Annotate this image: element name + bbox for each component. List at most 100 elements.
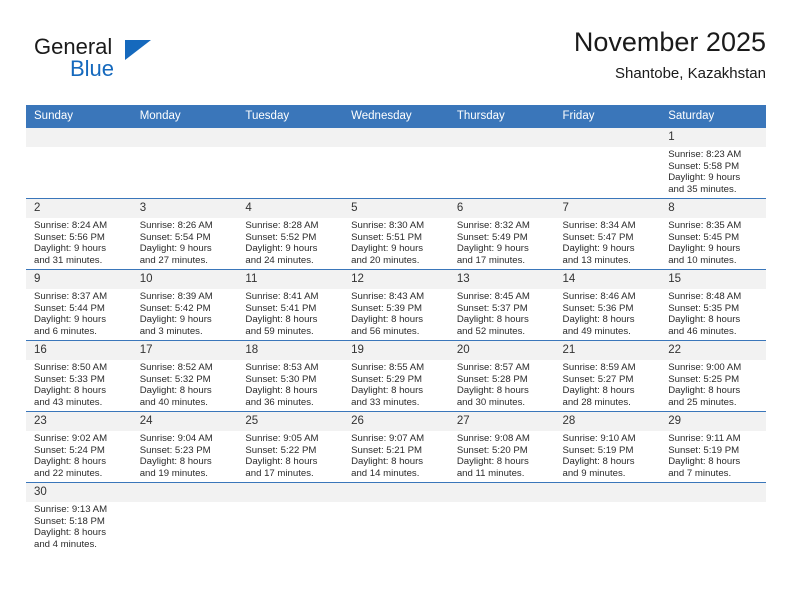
day-detail-line: and 10 minutes. <box>668 254 737 266</box>
calendar-day-cell[interactable]: 9 Sunrise: 8:37 AM Sunset: 5:44 PM Daylight… <box>26 269 132 341</box>
calendar-day-cell[interactable]: 16 Sunrise: 8:50 AM Sunset: 5:33 PM Dayligh… <box>26 340 132 412</box>
day-detail-line: Sunset: 5:41 PM <box>245 302 317 314</box>
day-number <box>131 483 238 502</box>
calendar-day-cell[interactable]: 11 Sunrise: 8:41 AM Sunset: 5:41 PM Dayligh… <box>237 269 344 341</box>
day-detail-line: Sunset: 5:39 PM <box>351 302 423 314</box>
calendar-day-cell[interactable]: 17 Sunrise: 8:52 AM Sunset: 5:32 PM Dayligh… <box>131 340 238 412</box>
day-detail-line: Sunset: 5:27 PM <box>562 373 634 385</box>
calendar-week-row: 1 Sunrise: 8:23 AM Sunset: 5:58 PM Daylight… <box>26 127 766 199</box>
day-detail-lines: Sunrise: 9:10 AM Sunset: 5:19 PM Daylight:… <box>555 431 661 479</box>
calendar-week-row: 16 Sunrise: 8:50 AM Sunset: 5:33 PM Dayligh… <box>26 340 766 412</box>
calendar-day-cell-empty <box>237 482 344 553</box>
calendar-day-cell[interactable]: 13 Sunrise: 8:45 AM Sunset: 5:37 PM Dayligh… <box>448 269 555 341</box>
day-detail-lines: Sunrise: 8:46 AM Sunset: 5:36 PM Daylight:… <box>555 289 661 337</box>
day-detail-lines: Sunrise: 9:07 AM Sunset: 5:21 PM Daylight:… <box>343 431 449 479</box>
day-detail-line: Sunrise: 8:39 AM <box>139 291 213 302</box>
day-detail-line: and 36 minutes. <box>245 396 314 408</box>
day-cell-inner <box>660 483 766 553</box>
day-detail-line: and 31 minutes. <box>34 254 103 266</box>
day-detail-lines: Sunrise: 8:24 AM Sunset: 5:56 PM Daylight:… <box>26 218 132 266</box>
day-detail-line: Sunset: 5:29 PM <box>351 373 423 385</box>
day-detail-lines: Sunrise: 8:43 AM Sunset: 5:39 PM Daylight:… <box>343 289 449 337</box>
day-number <box>554 128 661 147</box>
day-detail-line: Daylight: 8 hours <box>34 527 106 539</box>
calendar-day-cell[interactable]: 8 Sunrise: 8:35 AM Sunset: 5:45 PM Daylight… <box>660 198 766 270</box>
day-detail-line: and 20 minutes. <box>351 254 420 266</box>
day-detail-line: Sunrise: 9:04 AM <box>139 433 213 444</box>
day-number: 5 <box>343 199 449 218</box>
day-number: 7 <box>554 199 661 218</box>
day-number: 30 <box>26 483 132 502</box>
calendar-day-cell[interactable]: 25 Sunrise: 9:05 AM Sunset: 5:22 PM Dayligh… <box>237 411 344 483</box>
page-title: November 2025 <box>573 27 766 57</box>
day-detail-line: Daylight: 8 hours <box>562 456 635 468</box>
day-number: 8 <box>660 199 766 218</box>
calendar-day-cell[interactable]: 28 Sunrise: 9:10 AM Sunset: 5:19 PM Dayligh… <box>554 411 661 483</box>
calendar-week-row: 2 Sunrise: 8:24 AM Sunset: 5:56 PM Daylight… <box>26 198 766 270</box>
calendar-day-cell[interactable]: 23 Sunrise: 9:02 AM Sunset: 5:24 PM Dayligh… <box>26 411 132 483</box>
day-cell-inner: 14 Sunrise: 8:46 AM Sunset: 5:36 PM Dayligh… <box>554 270 661 340</box>
blue-triangle-icon <box>125 40 151 60</box>
calendar-day-cell[interactable]: 15 Sunrise: 8:48 AM Sunset: 5:35 PM Dayligh… <box>660 269 766 341</box>
day-cell-inner: 7 Sunrise: 8:34 AM Sunset: 5:47 PM Daylight… <box>554 199 661 269</box>
general-blue-logo[interactable]: General Blue <box>34 34 234 90</box>
calendar-day-cell[interactable]: 30 Sunrise: 9:13 AM Sunset: 5:18 PM Dayligh… <box>26 482 132 553</box>
day-detail-line: and 4 minutes. <box>34 538 97 550</box>
day-number: 11 <box>237 270 344 289</box>
day-cell-inner: 11 Sunrise: 8:41 AM Sunset: 5:41 PM Dayligh… <box>237 270 344 340</box>
day-detail-lines: Sunrise: 8:30 AM Sunset: 5:51 PM Daylight:… <box>343 218 449 266</box>
calendar-day-cell[interactable]: 22 Sunrise: 9:00 AM Sunset: 5:25 PM Dayligh… <box>660 340 766 412</box>
calendar-day-cell[interactable]: 12 Sunrise: 8:43 AM Sunset: 5:39 PM Dayligh… <box>343 269 449 341</box>
calendar-day-cell[interactable]: 26 Sunrise: 9:07 AM Sunset: 5:21 PM Dayligh… <box>343 411 449 483</box>
day-detail-lines: Sunrise: 8:50 AM Sunset: 5:33 PM Daylight:… <box>26 360 132 408</box>
calendar-day-cell[interactable]: 4 Sunrise: 8:28 AM Sunset: 5:52 PM Daylight… <box>237 198 344 270</box>
calendar-day-cell[interactable]: 10 Sunrise: 8:39 AM Sunset: 5:42 PM Dayligh… <box>131 269 238 341</box>
day-number: 3 <box>131 199 238 218</box>
calendar-day-cell[interactable]: 7 Sunrise: 8:34 AM Sunset: 5:47 PM Daylight… <box>554 198 661 270</box>
day-number: 2 <box>26 199 132 218</box>
calendar-day-cell[interactable]: 14 Sunrise: 8:46 AM Sunset: 5:36 PM Dayligh… <box>554 269 661 341</box>
day-number: 27 <box>448 412 555 431</box>
day-cell-inner <box>554 483 661 553</box>
day-detail-line: and 28 minutes. <box>562 396 631 408</box>
calendar-day-cell[interactable]: 29 Sunrise: 9:11 AM Sunset: 5:19 PM Dayligh… <box>660 411 766 483</box>
day-number <box>448 483 555 502</box>
day-detail-lines: Sunrise: 9:13 AM Sunset: 5:18 PM Daylight:… <box>26 502 132 550</box>
day-detail-line: Daylight: 9 hours <box>668 243 741 255</box>
day-detail-line: Sunset: 5:54 PM <box>139 231 211 243</box>
day-cell-inner: 23 Sunrise: 9:02 AM Sunset: 5:24 PM Dayligh… <box>26 412 132 482</box>
day-number: 1 <box>660 128 766 147</box>
calendar-day-cell-empty <box>131 482 238 553</box>
day-detail-line: Sunrise: 8:35 AM <box>668 220 742 231</box>
calendar-day-cell[interactable]: 1 Sunrise: 8:23 AM Sunset: 5:58 PM Daylight… <box>660 127 766 199</box>
calendar-header-row: Sunday Monday Tuesday Wednesday Thursday Frid… <box>26 105 766 128</box>
calendar-day-cell[interactable]: 6 Sunrise: 8:32 AM Sunset: 5:49 PM Daylight… <box>448 198 555 270</box>
day-detail-line: and 43 minutes. <box>34 396 103 408</box>
day-detail-line: Sunrise: 8:32 AM <box>456 220 530 231</box>
calendar-day-cell[interactable]: 2 Sunrise: 8:24 AM Sunset: 5:56 PM Daylight… <box>26 198 132 270</box>
day-detail-line: and 30 minutes. <box>456 396 526 408</box>
day-number <box>448 128 555 147</box>
calendar-day-cell[interactable]: 27 Sunrise: 9:08 AM Sunset: 5:20 PM Dayligh… <box>448 411 555 483</box>
calendar-day-cell[interactable]: 3 Sunrise: 8:26 AM Sunset: 5:54 PM Daylight… <box>131 198 238 270</box>
day-detail-line: Daylight: 8 hours <box>351 314 424 326</box>
day-detail-lines: Sunrise: 9:02 AM Sunset: 5:24 PM Daylight:… <box>26 431 132 479</box>
day-detail-line: Sunrise: 9:10 AM <box>562 433 636 444</box>
day-detail-line: Sunrise: 8:23 AM <box>668 149 742 160</box>
day-cell-inner <box>448 483 555 553</box>
calendar-day-cell[interactable]: 21 Sunrise: 8:59 AM Sunset: 5:27 PM Dayligh… <box>554 340 661 412</box>
day-detail-line: Daylight: 8 hours <box>34 456 106 468</box>
day-cell-inner: 2 Sunrise: 8:24 AM Sunset: 5:56 PM Daylight… <box>26 199 132 269</box>
calendar-day-cell[interactable]: 20 Sunrise: 8:57 AM Sunset: 5:28 PM Dayligh… <box>448 340 555 412</box>
weekday-header-tuesday: Tuesday <box>237 105 344 128</box>
calendar-day-cell[interactable]: 5 Sunrise: 8:30 AM Sunset: 5:51 PM Daylight… <box>343 198 449 270</box>
calendar-day-cell[interactable]: 18 Sunrise: 8:53 AM Sunset: 5:30 PM Dayligh… <box>237 340 344 412</box>
calendar-day-cell[interactable]: 19 Sunrise: 8:55 AM Sunset: 5:29 PM Dayligh… <box>343 340 449 412</box>
day-number <box>237 483 344 502</box>
day-detail-line: Sunrise: 8:45 AM <box>456 291 530 302</box>
day-detail-lines: Sunrise: 8:53 AM Sunset: 5:30 PM Daylight:… <box>237 360 343 408</box>
calendar-day-cell[interactable]: 24 Sunrise: 9:04 AM Sunset: 5:23 PM Dayligh… <box>131 411 238 483</box>
day-number: 12 <box>343 270 449 289</box>
day-detail-line: and 24 minutes. <box>245 254 314 266</box>
day-detail-line: and 11 minutes. <box>456 467 525 479</box>
